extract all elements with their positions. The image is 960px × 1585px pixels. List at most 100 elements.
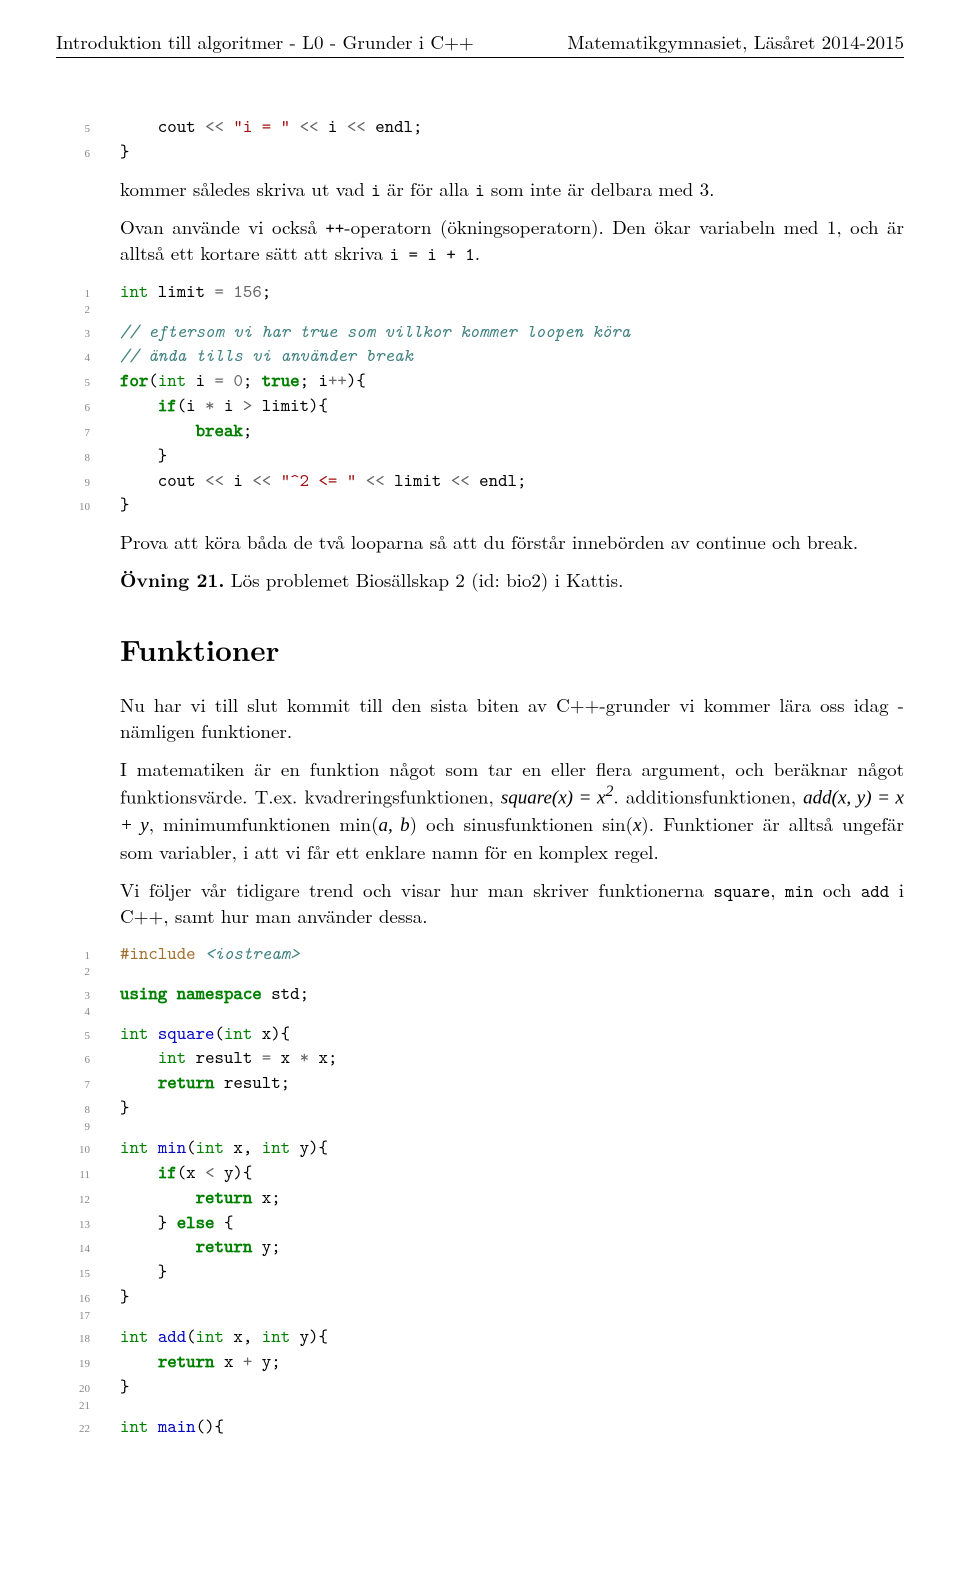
code-content: for(int i = 0; true; i++){ (120, 368, 366, 393)
paragraph-1: kommer således skriva ut vad i är för al… (120, 176, 904, 202)
inline-code: add (861, 879, 889, 903)
code-line: 12 return x; (56, 1185, 904, 1210)
math: square(x) = x (501, 788, 606, 809)
code-line: 6} (56, 139, 904, 164)
code-block-2: 1int limit = 156;23// eftersom vi har tr… (56, 279, 904, 518)
paragraph-2: Ovan använde vi också ++-operatorn (ökni… (120, 214, 904, 267)
code-content: } (120, 1259, 167, 1284)
line-number: 12 (56, 1193, 120, 1208)
code-line: 6 if(i * i > limit){ (56, 393, 904, 418)
line-number: 8 (56, 1103, 120, 1118)
code-content: int result = x * x; (120, 1045, 337, 1070)
paragraph-5: I matematiken är en funktion något som t… (120, 756, 904, 865)
line-number: 10 (56, 500, 120, 515)
code-content: } else { (120, 1210, 233, 1235)
line-number: 3 (56, 989, 120, 1004)
text: som inte är delbara med 3. (485, 175, 715, 202)
code-line: 20} (56, 1374, 904, 1399)
code-content: return x + y; (120, 1349, 281, 1374)
code-content: return x; (120, 1185, 281, 1210)
code-content: if(i * i > limit){ (120, 393, 328, 418)
line-number: 22 (56, 1422, 120, 1437)
code-line: 11 if(x < y){ (56, 1160, 904, 1185)
code-line: 21 (56, 1399, 904, 1414)
paragraph-3: Prova att köra båda de två looparna så a… (120, 529, 904, 555)
code-line: 8 } (56, 443, 904, 468)
text: och (813, 876, 861, 903)
code-content: } (120, 1284, 129, 1309)
code-content: #include <iostream> (120, 941, 300, 966)
code-content: cout << i << "^2 <= " << limit << endl; (120, 468, 526, 493)
line-number: 16 (56, 1292, 120, 1307)
code-content: if(x < y){ (120, 1160, 252, 1185)
code-line: 15 } (56, 1259, 904, 1284)
code-line: 6 int result = x * x; (56, 1045, 904, 1070)
exercise-21: Övning 21. Lös problemet Biosällskap 2 (… (120, 567, 904, 593)
line-number: 3 (56, 327, 120, 342)
code-content: int limit = 156; (120, 279, 271, 304)
code-line: 9 (56, 1120, 904, 1135)
line-number: 5 (56, 122, 120, 137)
text: , minimumfunktionen (149, 810, 340, 837)
code-line: 5for(int i = 0; true; i++){ (56, 368, 904, 393)
line-number: 10 (56, 1143, 120, 1158)
line-number: 8 (56, 451, 120, 466)
code-content: int main(){ (120, 1414, 224, 1439)
code-line: 3using namespace std; (56, 981, 904, 1006)
line-number: 15 (56, 1267, 120, 1282)
code-content: // eftersom vi har true som villkor komm… (120, 319, 630, 344)
code-line: 14 return y; (56, 1234, 904, 1259)
code-content: int min(int x, int y){ (120, 1135, 328, 1160)
line-number: 1 (56, 287, 120, 302)
line-number: 18 (56, 1332, 120, 1347)
code-content: return result; (120, 1070, 290, 1095)
math: sin(x) (602, 810, 649, 837)
line-number: 11 (56, 1168, 120, 1183)
line-number: 6 (56, 147, 120, 162)
code-line: 3// eftersom vi har true som villkor kom… (56, 319, 904, 344)
header-left: Introduktion till algoritmer - L0 - Grun… (56, 28, 474, 55)
code-line: 10} (56, 492, 904, 517)
line-number: 19 (56, 1357, 120, 1372)
code-content: break; (120, 418, 252, 443)
inline-code: min (785, 879, 813, 903)
paragraph-6: Vi följer vår tidigare trend och visar h… (120, 877, 904, 929)
line-number: 5 (56, 1029, 120, 1044)
inline-code: ++ (325, 216, 344, 240)
line-number: 14 (56, 1242, 120, 1257)
code-line: 2 (56, 303, 904, 318)
code-line: 18int add(int x, int y){ (56, 1324, 904, 1349)
code-content: cout << "i = " << i << endl; (120, 114, 422, 139)
line-number: 20 (56, 1382, 120, 1397)
text: , (770, 876, 785, 903)
line-number: 7 (56, 426, 120, 441)
text: kommer således skriva ut vad (120, 175, 371, 202)
text: Vi följer vår tidigare trend och visar h… (120, 876, 714, 903)
exercise-label: Övning 21. (120, 565, 224, 593)
code-content: using namespace std; (120, 981, 309, 1006)
code-line: 1int limit = 156; (56, 279, 904, 304)
math: min(a, b) (339, 810, 417, 837)
line-number: 9 (56, 476, 120, 491)
code-line: 19 return x + y; (56, 1349, 904, 1374)
text: . additionsfunktionen, (613, 783, 803, 810)
code-line: 5int square(int x){ (56, 1021, 904, 1046)
exercise-text: Lös problemet Biosällskap 2 (id: bio2) i… (224, 566, 623, 593)
line-number: 7 (56, 1078, 120, 1093)
line-number: 4 (56, 1005, 120, 1020)
line-number: 5 (56, 376, 120, 391)
text: är för alla (381, 175, 476, 202)
code-line: 17 (56, 1309, 904, 1324)
code-line: 5 cout << "i = " << i << endl; (56, 114, 904, 139)
code-line: 16} (56, 1284, 904, 1309)
inline-code: i = i + 1 (390, 242, 475, 266)
code-line: 8} (56, 1095, 904, 1120)
line-number: 13 (56, 1218, 120, 1233)
text: och sinusfunktionen (417, 810, 602, 837)
page-header: Introduktion till algoritmer - L0 - Grun… (56, 28, 904, 58)
line-number: 6 (56, 1053, 120, 1068)
code-line: 4 (56, 1005, 904, 1020)
code-content: } (120, 492, 129, 517)
code-line: 4// ända tills vi använder break (56, 343, 904, 368)
code-content: } (120, 139, 129, 164)
